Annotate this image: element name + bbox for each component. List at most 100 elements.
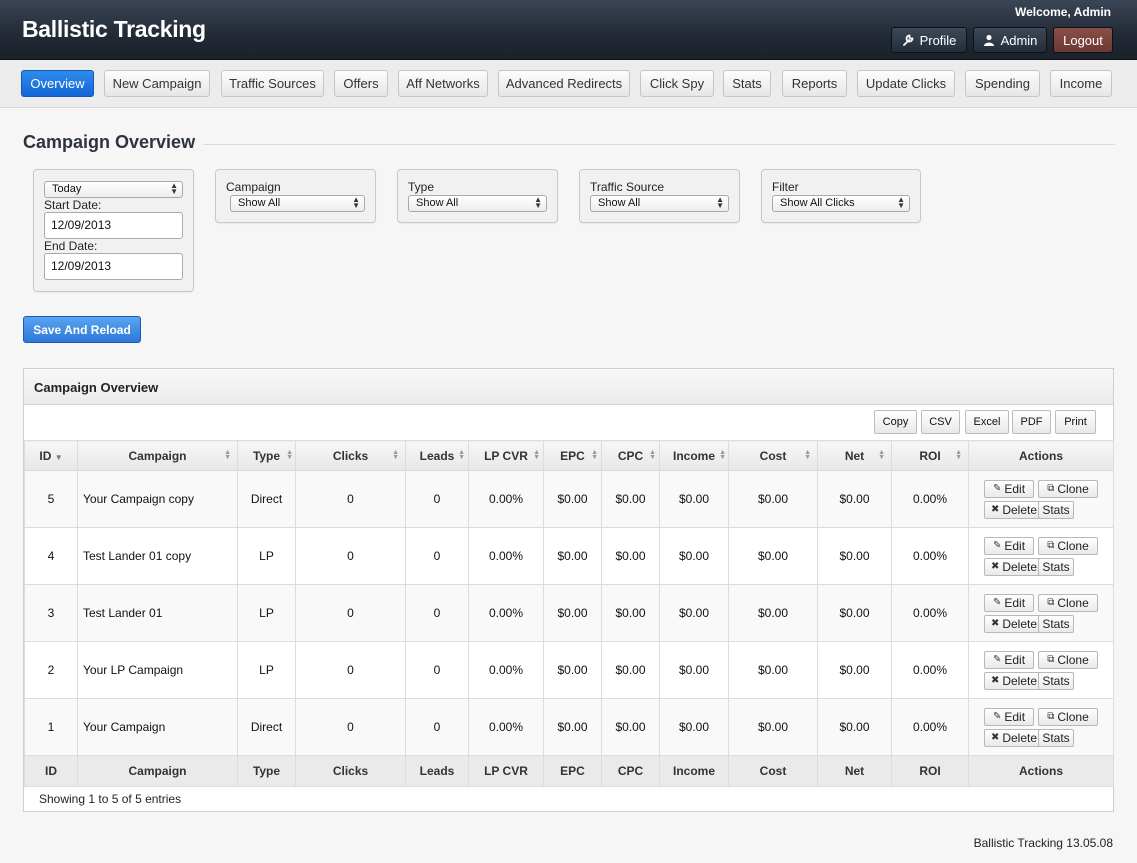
page-title: Campaign Overview	[23, 132, 196, 152]
type-select[interactable]: Show All ▲ ▼	[408, 195, 547, 212]
copy-button[interactable]: Copy	[874, 410, 917, 434]
nav-update-clicks[interactable]: Update Clicks	[857, 70, 955, 97]
cell-actions: ✎ Edit ⧉ Clone ✖ Delete Stats	[968, 470, 1114, 528]
col-header-net[interactable]: Net ▲ ▼	[817, 440, 892, 471]
cell-clicks: 0	[295, 527, 406, 585]
campaign-select-value: Show All	[238, 197, 281, 209]
col-header-cost[interactable]: Cost ▲ ▼	[728, 440, 818, 471]
clone-button[interactable]: ⧉ Clone	[1038, 536, 1098, 555]
save-and-reload-button[interactable]: Save And Reload	[23, 316, 141, 343]
nav-offers[interactable]: Offers	[334, 70, 388, 97]
cell-actions: ✎ Edit ⧉ Clone ✖ Delete Stats	[968, 584, 1114, 642]
user-icon	[983, 34, 994, 46]
csv-button[interactable]: CSV	[921, 410, 960, 434]
delete-button[interactable]: ✖ Delete	[984, 728, 1044, 747]
nav-traffic-sources[interactable]: Traffic Sources	[221, 70, 324, 97]
nav-advanced-redirects[interactable]: Advanced Redirects	[498, 70, 630, 97]
edit-button[interactable]: ✎ Edit	[984, 707, 1034, 726]
col-header-epc[interactable]: EPC ▲ ▼	[543, 440, 602, 471]
col-header-leads[interactable]: Leads ▲ ▼	[405, 440, 469, 471]
nav-reports[interactable]: Reports	[782, 70, 847, 97]
click-filter-select[interactable]: Show All Clicks ▲ ▼	[772, 195, 910, 212]
x-icon: ✖	[990, 561, 1000, 572]
campaign-select[interactable]: Show All ▲ ▼	[230, 195, 365, 212]
cell-cpc: $0.00	[601, 470, 660, 528]
cell-type: LP	[237, 641, 296, 699]
print-button[interactable]: Print	[1055, 410, 1096, 434]
col-header-income[interactable]: Income ▲ ▼	[659, 440, 729, 471]
nav-label: Offers	[343, 76, 379, 91]
stats-button[interactable]: Stats	[1038, 614, 1074, 633]
footer-clicks: Clicks	[295, 755, 406, 787]
x-icon: ✖	[990, 504, 1000, 515]
col-header-roi[interactable]: ROI ▲ ▼	[891, 440, 969, 471]
sort-arrows-icon: ▲ ▼	[955, 449, 962, 461]
stats-button[interactable]: Stats	[1038, 671, 1074, 690]
edit-button[interactable]: ✎ Edit	[984, 593, 1034, 612]
stats-label: Stats	[1042, 616, 1070, 631]
cell-cpc: $0.00	[601, 641, 660, 699]
nav-new-campaign[interactable]: New Campaign	[104, 70, 210, 97]
footer-id: ID	[24, 755, 78, 787]
admin-button[interactable]: Admin	[973, 27, 1047, 53]
clone-button[interactable]: ⧉ Clone	[1038, 707, 1098, 726]
delete-button[interactable]: ✖ Delete	[984, 671, 1044, 690]
header-label: ID	[39, 448, 52, 463]
stats-button[interactable]: Stats	[1038, 557, 1074, 576]
nav-aff-networks[interactable]: Aff Networks	[398, 70, 488, 97]
logout-button[interactable]: Logout	[1053, 27, 1113, 53]
nav-spending[interactable]: Spending	[965, 70, 1040, 97]
edit-button[interactable]: ✎ Edit	[984, 650, 1034, 669]
top-bar: Ballistic Tracking Welcome, Admin Profil…	[0, 0, 1137, 60]
stats-label: Stats	[1042, 673, 1070, 688]
edit-button[interactable]: ✎ Edit	[984, 536, 1034, 555]
profile-button[interactable]: Profile	[891, 27, 967, 53]
traffic-source-select[interactable]: Show All ▲ ▼	[590, 195, 729, 212]
cell-actions: ✎ Edit ⧉ Clone ✖ Delete Stats	[968, 527, 1114, 585]
nav-stats[interactable]: Stats	[723, 70, 771, 97]
select-arrows-icon: ▲ ▼	[534, 195, 542, 210]
col-header-lp-cvr[interactable]: LP CVR ▲ ▼	[468, 440, 544, 471]
type-filter-label: Type	[408, 180, 435, 194]
clone-button[interactable]: ⧉ Clone	[1038, 479, 1098, 498]
cell-type: LP	[237, 527, 296, 585]
campaign-table: ID ▼ Campaign ▲ ▼ Type ▲ ▼ Clicks ▲ ▼ Leads ▲ ▼ …	[24, 440, 1114, 787]
edit-button[interactable]: ✎ Edit	[984, 479, 1034, 498]
cell-lp-cvr: 0.00%	[468, 470, 544, 528]
edit-label: Edit	[1004, 481, 1026, 496]
traffic-source-filter-box: Traffic Source Show All ▲ ▼	[579, 169, 740, 223]
nav-click-spy[interactable]: Click Spy	[640, 70, 714, 97]
cell-cost: $0.00	[728, 584, 818, 642]
col-header-campaign[interactable]: Campaign ▲ ▼	[77, 440, 238, 471]
clone-button[interactable]: ⧉ Clone	[1038, 650, 1098, 669]
col-header-id[interactable]: ID ▼	[24, 440, 78, 471]
date-range-select[interactable]: Today ▲ ▼	[44, 181, 183, 198]
cell-id: 3	[24, 584, 78, 642]
table-row: 1 Your Campaign Direct 0 0 0.00% $0.00 $0.00 $0.…	[24, 698, 1114, 756]
delete-button[interactable]: ✖ Delete	[984, 557, 1044, 576]
nav-income[interactable]: Income	[1050, 70, 1112, 97]
end-date-input[interactable]: 12/09/2013	[44, 253, 183, 280]
clone-button[interactable]: ⧉ Clone	[1038, 593, 1098, 612]
stats-button[interactable]: Stats	[1038, 500, 1074, 519]
stats-button[interactable]: Stats	[1038, 728, 1074, 747]
col-header-type[interactable]: Type ▲ ▼	[237, 440, 296, 471]
cell-cpc: $0.00	[601, 527, 660, 585]
nav-overview[interactable]: Overview	[21, 70, 94, 97]
cell-clicks: 0	[295, 470, 406, 528]
admin-label: Admin	[1000, 32, 1038, 48]
col-header-cpc[interactable]: CPC ▲ ▼	[601, 440, 660, 471]
col-header-clicks[interactable]: Clicks ▲ ▼	[295, 440, 406, 471]
start-date-input[interactable]: 12/09/2013	[44, 212, 183, 239]
sort-arrows-icon: ▲ ▼	[224, 449, 231, 461]
delete-button[interactable]: ✖ Delete	[984, 500, 1044, 519]
excel-button[interactable]: Excel	[965, 410, 1009, 434]
edit-label: Edit	[1004, 709, 1026, 724]
cell-income: $0.00	[659, 641, 729, 699]
footer-net: Net	[817, 755, 892, 787]
pdf-button[interactable]: PDF	[1012, 410, 1051, 434]
delete-button[interactable]: ✖ Delete	[984, 614, 1044, 633]
cell-campaign: Your Campaign copy	[77, 470, 238, 528]
cell-epc: $0.00	[543, 470, 602, 528]
nav-label: Traffic Sources	[229, 76, 316, 91]
